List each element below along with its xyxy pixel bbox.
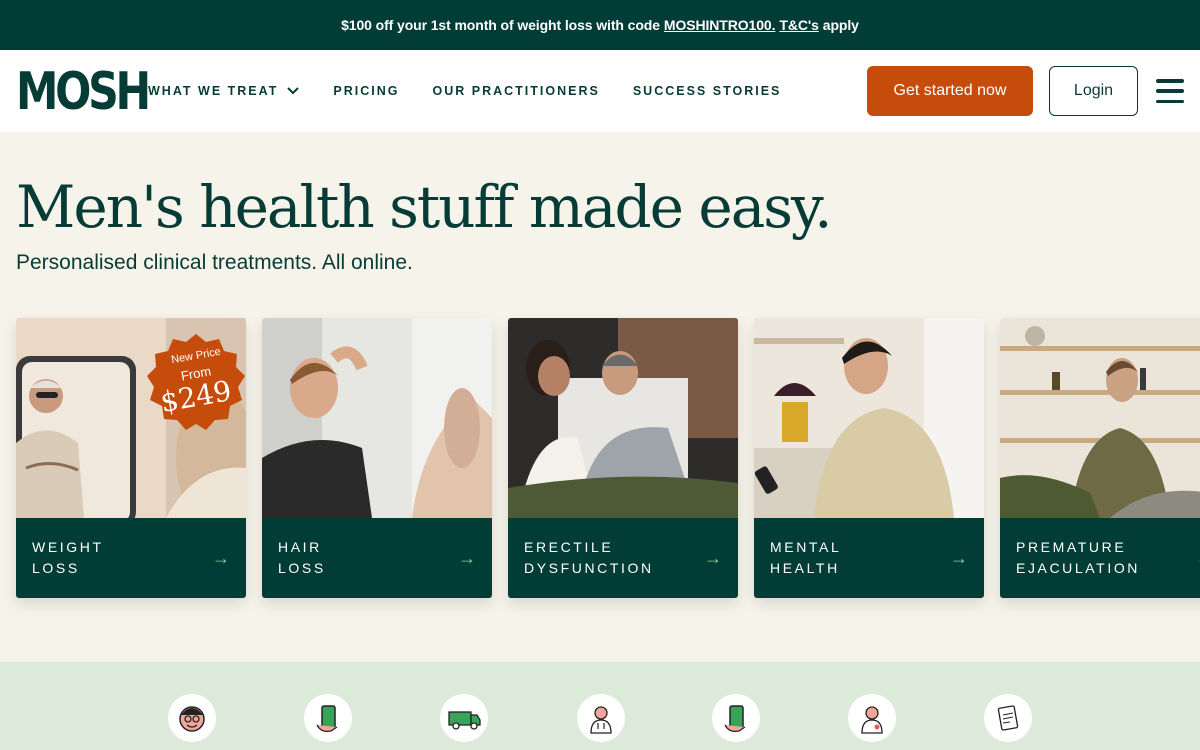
card-label-mental-health: MENTAL HEALTH (770, 539, 842, 576)
phone-in-hand-icon (712, 694, 760, 742)
nav-pricing[interactable]: PRICING (333, 84, 399, 98)
card-mental-health[interactable]: MENTAL HEALTH → (754, 318, 984, 598)
features-band (0, 662, 1200, 750)
arrow-right-icon: → (1196, 548, 1200, 569)
erectile-dysfunction-photo (508, 318, 738, 518)
delivery-van-icon (440, 694, 488, 742)
premature-ejaculation-photo (1000, 318, 1200, 518)
hero-section: Men's health stuff made easy. Personalis… (0, 174, 1200, 275)
nav-what-we-treat[interactable]: WHAT WE TREAT (148, 84, 300, 98)
doctor-icon (577, 694, 625, 742)
clipboard-icon (984, 694, 1032, 742)
promo-code-link[interactable]: MOSHINTRO100. (664, 17, 776, 33)
promo-text-end: apply (822, 17, 859, 33)
card-label-premature-ejaculation: PREMATURE EJACULATION (1016, 539, 1141, 576)
card-weight-loss[interactable]: New Price From $249 WEIGHT LOSS → (16, 318, 246, 598)
card-hair-loss[interactable]: HAIR LOSS → (262, 318, 492, 598)
nav-success-stories[interactable]: SUCCESS STORIES (633, 84, 782, 98)
nav-our-practitioners[interactable]: OUR PRACTITIONERS (432, 84, 599, 98)
promo-banner: $100 off your 1st month of weight loss w… (0, 0, 1200, 50)
card-label-weight-loss: WEIGHT LOSS (32, 539, 104, 576)
card-footer: HAIR LOSS → (262, 518, 492, 598)
card-footer: WEIGHT LOSS → (16, 518, 246, 598)
arrow-right-icon: → (704, 547, 722, 568)
card-footer: PREMATURE EJACULATION → (1000, 518, 1200, 598)
terms-link[interactable]: T&C's (779, 17, 818, 33)
smiling-man-icon (168, 694, 216, 742)
arrow-right-icon: → (458, 547, 476, 568)
doctor-icon (848, 694, 896, 742)
card-erectile-dysfunction[interactable]: ERECTILE DYSFUNCTION → (508, 318, 738, 598)
card-label-erectile-dysfunction: ERECTILE DYSFUNCTION (524, 539, 654, 576)
hero-subtitle: Personalised clinical treatments. All on… (16, 250, 413, 274)
mental-health-photo (754, 318, 984, 518)
phone-in-hand-icon (304, 694, 352, 742)
arrow-right-icon: → (950, 547, 968, 568)
nav-menu: WHAT WE TREAT PRICING OUR PRACTITIONERS … (148, 84, 814, 98)
treatment-cards: New Price From $249 WEIGHT LOSS → HAIR L… (16, 318, 1200, 598)
chevron-down-icon (287, 87, 300, 95)
card-premature-ejaculation[interactable]: PREMATURE EJACULATION → (1000, 318, 1200, 598)
hamburger-menu-icon[interactable] (1156, 79, 1184, 103)
nav-actions: Get started now Login (867, 66, 1184, 116)
card-label-hair-loss: HAIR LOSS (278, 539, 326, 576)
hair-loss-photo (262, 318, 492, 518)
hero-title: Men's health stuff made easy. (16, 173, 833, 241)
login-button[interactable]: Login (1049, 66, 1138, 116)
get-started-button[interactable]: Get started now (867, 66, 1033, 116)
nav-what-we-treat-label: WHAT WE TREAT (148, 84, 279, 98)
card-footer: ERECTILE DYSFUNCTION → (508, 518, 738, 598)
card-footer: MENTAL HEALTH → (754, 518, 984, 598)
main-nav: MOSH WHAT WE TREAT PRICING OUR PRACTITIO… (0, 50, 1200, 132)
mosh-logo[interactable]: MOSH (16, 66, 151, 118)
arrow-right-icon: → (212, 547, 230, 568)
weight-loss-photo: New Price From $249 (16, 318, 246, 518)
new-price-badge: New Price From $249 (146, 332, 246, 432)
promo-text: $100 off your 1st month of weight loss w… (341, 17, 660, 33)
